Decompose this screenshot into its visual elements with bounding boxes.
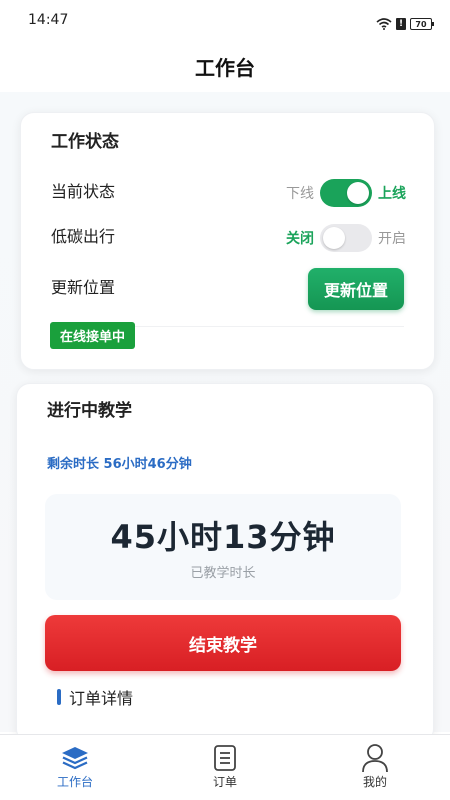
low-carbon-switch[interactable]	[320, 224, 372, 252]
tab-mine-label: 我的	[362, 775, 387, 789]
teaching-title: 进行中教学	[47, 401, 132, 421]
layers-icon	[60, 743, 90, 773]
close-label[interactable]: 关闭	[286, 228, 314, 248]
status-bar: 14:47 ! 70	[0, 0, 450, 40]
open-label[interactable]: 开启	[378, 228, 406, 248]
tab-orders-label: 订单	[212, 775, 237, 789]
offline-label[interactable]: 下线	[286, 183, 314, 203]
current-status-toggle-group: 下线 上线	[286, 179, 406, 207]
update-location-button[interactable]: 更新位置	[308, 268, 404, 310]
status-badge: 在线接单中	[50, 322, 136, 349]
alert-icon: !	[396, 18, 406, 30]
battery-level: 70	[415, 19, 427, 29]
tab-workbench[interactable]: 工作台	[0, 735, 150, 800]
switch-knob	[323, 227, 345, 249]
elapsed-time-value: 45小时13分钟	[110, 518, 336, 556]
bottom-tab-bar: 工作台 订单 我的	[0, 734, 450, 800]
page-title: 工作台	[195, 56, 255, 80]
switch-knob	[347, 182, 369, 204]
update-location-label: 更新位置	[51, 278, 116, 297]
person-icon	[360, 743, 390, 773]
end-teaching-button[interactable]: 结束教学	[45, 615, 401, 671]
low-carbon-label: 低碳出行	[51, 227, 116, 246]
elapsed-time-caption: 已教学时长	[190, 566, 256, 581]
teaching-card: 进行中教学 剩余时长 56小时46分钟 45小时13分钟 已教学时长 结束教学 …	[16, 383, 434, 743]
tab-orders[interactable]: 订单	[150, 735, 300, 800]
remaining-time: 剩余时长 56小时46分钟	[47, 457, 192, 472]
status-icons: ! 70	[376, 18, 434, 30]
online-label[interactable]: 上线	[378, 183, 406, 203]
low-carbon-toggle-group: 关闭 开启	[286, 224, 406, 252]
status-time: 14:47	[28, 12, 69, 28]
battery-icon: 70	[410, 18, 434, 30]
wifi-icon	[376, 18, 392, 30]
work-status-card: 工作状态 当前状态 下线 上线 低碳出行 关闭 开启 更新位置 更新位置 在线接…	[20, 112, 435, 370]
document-list-icon	[213, 743, 237, 773]
tab-workbench-label: 工作台	[56, 775, 93, 789]
section-marker	[57, 689, 61, 705]
tab-mine[interactable]: 我的	[300, 735, 450, 800]
online-status-switch[interactable]	[320, 179, 372, 207]
order-detail-label: 订单详情	[69, 689, 134, 708]
work-status-title: 工作状态	[51, 132, 119, 152]
elapsed-timer-panel: 45小时13分钟 已教学时长	[45, 494, 401, 600]
order-detail-link[interactable]: 订单详情	[57, 685, 133, 709]
current-status-label: 当前状态	[51, 182, 116, 201]
